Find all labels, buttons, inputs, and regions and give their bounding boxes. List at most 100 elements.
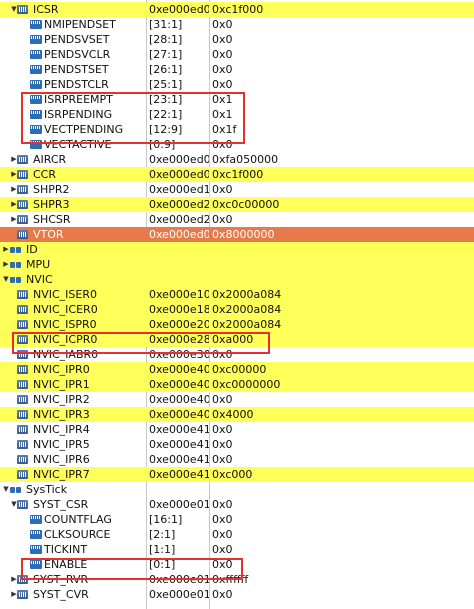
register-value[interactable]: 0xc0c00000 — [210, 197, 474, 212]
register-value[interactable]: 0x8000000 — [210, 227, 474, 242]
collapse-arrow-icon[interactable]: ▶ — [2, 242, 10, 257]
register-value[interactable]: 0x0 — [210, 452, 474, 467]
tree-row[interactable]: ▶SYST_CVR0xe000e0180x0 — [0, 587, 474, 602]
register-address — [147, 242, 209, 257]
tree-row[interactable]: VTOR 0xe000ed080x8000000 — [0, 227, 474, 242]
register-value[interactable] — [210, 272, 474, 287]
tree-row[interactable]: NVIC_IPR7 0xe000e41c0xc000 — [0, 467, 474, 482]
tree-row[interactable]: NVIC_IPR1 0xe000e4040xc0000000 — [0, 377, 474, 392]
register-value[interactable]: 0x0 — [210, 32, 474, 47]
register-value[interactable]: 0x0 — [210, 212, 474, 227]
register-value[interactable] — [210, 482, 474, 497]
tree-row[interactable]: ISRPENDING [22:1] 0x1 — [0, 107, 474, 122]
register-address: [2:1] — [149, 528, 176, 541]
register-value[interactable]: 0xa000 — [210, 332, 474, 347]
expand-arrow-icon[interactable]: ▼ — [2, 482, 10, 497]
register-value[interactable]: 0xc1f000 — [210, 2, 474, 17]
register-value[interactable]: 0x2000a084 — [210, 302, 474, 317]
expand-arrow-icon[interactable]: ▼ — [2, 272, 10, 287]
register-name: AIRCR — [33, 153, 67, 166]
register-value[interactable]: 0x0 — [210, 422, 474, 437]
register-icon — [17, 590, 28, 599]
tree-row[interactable]: NVIC_ISPR0 0xe000e2000x2000a084 — [0, 317, 474, 332]
register-name-cell: ISRPENDING — [0, 107, 146, 122]
register-value[interactable]: 0x4000 — [210, 407, 474, 422]
tree-row[interactable]: ▼ SysTick — [0, 482, 474, 497]
tree-row[interactable]: NVIC_ICER0 0xe000e1800x2000a084 — [0, 302, 474, 317]
register-value[interactable] — [210, 242, 474, 257]
tree-row[interactable]: ▼ NVIC — [0, 272, 474, 287]
register-value[interactable]: 0xfa050000 — [210, 152, 474, 167]
register-value[interactable]: 0x1 — [210, 92, 474, 107]
register-name-cell: NVIC_ISER0 — [0, 287, 146, 302]
tree-row[interactable]: NVIC_IPR0 0xe000e4000xc00000 — [0, 362, 474, 377]
tree-row[interactable]: NMIPENDSET [31:1] 0x0 — [0, 17, 474, 32]
register-icon — [17, 185, 28, 194]
register-value[interactable]: 0x0 — [210, 347, 474, 362]
register-value[interactable]: 0xc0000000 — [210, 377, 474, 392]
tree-row[interactable]: PENDSVCLR [27:1] 0x0 — [0, 47, 474, 62]
register-value[interactable]: 0x0 — [210, 527, 474, 542]
tree-row[interactable]: ▶SHPR20xe000ed1c0x0 — [0, 182, 474, 197]
tree-row[interactable]: ▼ICSR0xe000ed040xc1f000 — [0, 2, 474, 17]
tree-row[interactable]: NVIC_IPR6 0xe000e4180x0 — [0, 452, 474, 467]
tree-row[interactable]: NVIC_IPR3 0xe000e40c0x4000 — [0, 407, 474, 422]
tree-row[interactable]: NVIC_IPR2 0xe000e4080x0 — [0, 392, 474, 407]
register-value[interactable]: 0xc000 — [210, 467, 474, 482]
tree-row[interactable]: NVIC_IPR5 0xe000e4140x0 — [0, 437, 474, 452]
tree-row[interactable]: ▶ ID — [0, 242, 474, 257]
register-value[interactable]: 0x0 — [210, 392, 474, 407]
tree-row[interactable]: NVIC_IABR0 0xe000e3000x0 — [0, 347, 474, 362]
tree-row[interactable]: ▶ MPU — [0, 257, 474, 272]
register-name: NVIC_IPR5 — [33, 438, 90, 451]
tree-row[interactable]: ▶AIRCR0xe000ed0c0xfa050000 — [0, 152, 474, 167]
tree-row[interactable]: VECTPENDING [12:9] 0x1f — [0, 122, 474, 137]
register-value[interactable]: 0x0 — [210, 182, 474, 197]
register-value[interactable]: 0x0 — [210, 62, 474, 77]
register-name: NVIC_IPR6 — [33, 453, 90, 466]
tree-row[interactable]: NVIC_ICPR0 0xe000e2800xa000 — [0, 332, 474, 347]
register-value[interactable]: 0x0 — [210, 47, 474, 62]
register-value[interactable]: 0x2000a084 — [210, 317, 474, 332]
register-value[interactable]: 0x1f — [210, 122, 474, 137]
register-value[interactable] — [210, 257, 474, 272]
register-value[interactable]: 0x0 — [210, 512, 474, 527]
register-value[interactable]: 0xc1f000 — [210, 167, 474, 182]
tree-row[interactable]: PENDSVSET [28:1] 0x0 — [0, 32, 474, 47]
tree-row[interactable]: ▶SHPR30xe000ed200xc0c00000 — [0, 197, 474, 212]
register-address: 0xe000e010 — [149, 498, 209, 511]
register-value[interactable]: 0xffffff — [210, 572, 474, 587]
register-value[interactable]: 0x0 — [210, 137, 474, 152]
register-value[interactable]: 0x0 — [210, 557, 474, 572]
tree-row[interactable]: COUNTFLAG [16:1] 0x0 — [0, 512, 474, 527]
register-value[interactable]: 0x0 — [210, 77, 474, 92]
tree-row[interactable]: VECTACTIVE [0:9] 0x0 — [0, 137, 474, 152]
register-value[interactable]: 0xc00000 — [210, 362, 474, 377]
register-value[interactable]: 0x2000a084 — [210, 287, 474, 302]
register-name: NVIC_ICPR0 — [33, 333, 98, 346]
register-value[interactable]: 0x0 — [210, 17, 474, 32]
tree-row[interactable]: CLKSOURCE [2:1] 0x0 — [0, 527, 474, 542]
register-name: VECTPENDING — [44, 123, 124, 136]
tree-row[interactable]: ▶SYST_RVR0xe000e0140xffffff — [0, 572, 474, 587]
tree-row[interactable]: TICKINT [1:1] 0x0 — [0, 542, 474, 557]
register-value[interactable]: 0x0 — [210, 542, 474, 557]
register-address: 0xe000ed24 — [149, 213, 209, 226]
bitfield-icon — [30, 530, 42, 539]
register-value[interactable]: 0x0 — [210, 587, 474, 602]
tree-row[interactable]: NVIC_ISER0 0xe000e1000x2000a084 — [0, 287, 474, 302]
tree-row[interactable]: ISRPREEMPT [23:1] 0x1 — [0, 92, 474, 107]
tree-row[interactable]: ENABLE [0:1] 0x0 — [0, 557, 474, 572]
tree-row[interactable]: ▼SYST_CSR0xe000e0100x0 — [0, 497, 474, 512]
register-value[interactable]: 0x0 — [210, 437, 474, 452]
peripheral-icon — [10, 275, 22, 284]
tree-row[interactable]: ▶CCR0xe000ed040xc1f000 — [0, 167, 474, 182]
collapse-arrow-icon[interactable]: ▶ — [2, 257, 10, 272]
register-value[interactable]: 0x0 — [210, 497, 474, 512]
register-name: PENDSTCLR — [44, 78, 109, 91]
tree-row[interactable]: ▶SHCSR0xe000ed240x0 — [0, 212, 474, 227]
tree-row[interactable]: NVIC_IPR4 0xe000e4100x0 — [0, 422, 474, 437]
register-value[interactable]: 0x1 — [210, 107, 474, 122]
tree-row[interactable]: PENDSTCLR [25:1] 0x0 — [0, 77, 474, 92]
tree-row[interactable]: PENDSTSET [26:1] 0x0 — [0, 62, 474, 77]
